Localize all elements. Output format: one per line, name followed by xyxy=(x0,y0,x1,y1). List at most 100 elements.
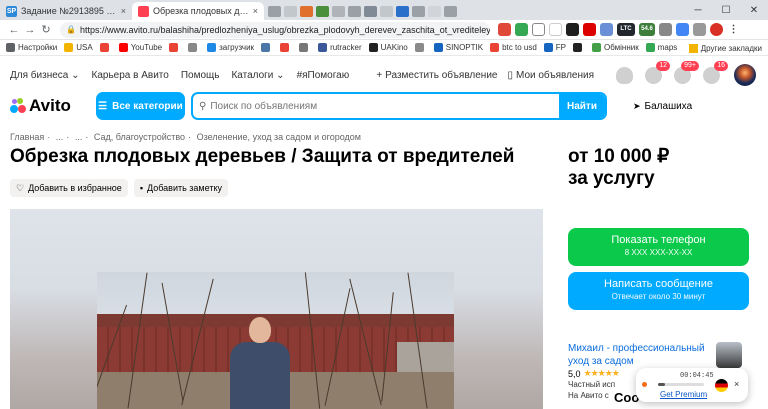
bookmark-item[interactable]: загрузчик xyxy=(207,43,254,52)
cart-icon[interactable]: 16 xyxy=(703,60,728,84)
back-icon[interactable]: ← xyxy=(6,24,22,36)
tab-favicon-icon[interactable] xyxy=(412,5,425,17)
tab-favicon-icon[interactable] xyxy=(364,5,377,17)
page-title: Обрезка плодовых деревьев / Защита от вр… xyxy=(10,146,515,167)
sinoptik-icon xyxy=(433,43,443,52)
tab-favicon-icon[interactable] xyxy=(444,5,457,17)
breadcrumb: Главная · ... · ... · Сад, благоустройство ·… xyxy=(10,132,361,142)
url-input[interactable]: 🔒 https://www.avito.ru/balashiha/predloz… xyxy=(60,21,490,38)
nav-link-business[interactable]: Для бизнеса ⌄ xyxy=(10,70,80,81)
record-dot-icon xyxy=(642,382,647,387)
avito-logo[interactable]: Avito xyxy=(10,96,96,116)
user-avatar[interactable] xyxy=(734,64,756,86)
listing-photo[interactable] xyxy=(97,272,454,409)
breadcrumb-item[interactable]: ... xyxy=(75,132,83,142)
breadcrumb-item[interactable]: ... xyxy=(56,132,64,142)
tab-favicon-icon[interactable] xyxy=(284,5,297,17)
bookmark-item[interactable] xyxy=(99,43,112,52)
tab-favicon-icon[interactable] xyxy=(268,5,281,17)
seller-rating[interactable]: 5,0 ★★★★★ xyxy=(568,368,622,379)
add-note-button[interactable]: ▪ Добавить заметку xyxy=(133,179,228,197)
extension-icon[interactable] xyxy=(566,23,579,36)
tab-favicon-icon[interactable] xyxy=(300,5,313,17)
tab-close-icon[interactable]: × xyxy=(253,6,258,16)
write-message-button[interactable]: Написать сообщение Отвечает около 30 мин… xyxy=(568,272,749,310)
seller-since: На Авито с xyxy=(568,391,609,400)
flag-extension-icon[interactable] xyxy=(583,23,596,36)
photo-gallery[interactable] xyxy=(10,209,543,409)
tab-favicon-icon[interactable] xyxy=(396,5,409,17)
extension-icon[interactable] xyxy=(676,23,689,36)
star-icon[interactable] xyxy=(549,23,562,36)
bookmark-item[interactable]: YouTube xyxy=(118,43,162,52)
bookmark-item[interactable]: btc to usd xyxy=(490,43,537,52)
price-amount: от 10 000 ₽ xyxy=(568,146,670,167)
breadcrumb-item[interactable]: Озеленение, уход за садом и огородом xyxy=(197,132,361,142)
nav-link-help[interactable]: Помощь xyxy=(181,70,220,81)
seller-name-link[interactable]: Михаил - профессиональный уход за садом xyxy=(568,342,708,368)
add-to-favorites-button[interactable]: ♡ Добавить в избранное xyxy=(10,179,128,197)
reload-icon[interactable]: ↻ xyxy=(38,23,54,36)
my-ads-link[interactable]: ▯ Мои объявления xyxy=(507,70,594,81)
breadcrumb-item[interactable]: Сад, благоустройство xyxy=(94,132,185,142)
bookmark-item[interactable]: Обмінник xyxy=(592,43,639,52)
progress-bar[interactable] xyxy=(658,383,704,386)
extension-icon[interactable] xyxy=(515,23,528,36)
all-categories-button[interactable]: ☰ Все категории xyxy=(96,92,185,120)
bookmark-item[interactable]: UAKino xyxy=(368,43,408,52)
browser-tab-active[interactable]: Обрезка плодовых деревьев / За × xyxy=(132,2,264,20)
bookmark-item[interactable]: SINOPTIK xyxy=(433,43,483,52)
bookmark-item[interactable] xyxy=(299,43,311,52)
reply-time: Отвечает около 30 минут xyxy=(611,292,706,301)
bookmark-item[interactable]: FP xyxy=(543,43,566,52)
germany-flag-icon[interactable] xyxy=(715,379,728,392)
bookmark-item[interactable]: maps xyxy=(645,43,677,52)
ltc-extension-icon[interactable]: LTC xyxy=(617,23,635,36)
get-premium-link[interactable]: Get Premium xyxy=(660,390,707,399)
show-phone-button[interactable]: Показать телефон 8 XXX XXX-XX-XX xyxy=(568,228,749,266)
bookmark-item[interactable] xyxy=(280,43,292,52)
search-input[interactable] xyxy=(206,94,559,118)
more-menu-icon[interactable]: ⋮ xyxy=(727,23,740,36)
other-bookmarks[interactable]: Другие закладки xyxy=(688,40,762,55)
heart-icon[interactable] xyxy=(616,66,633,84)
tab-favicon-icon[interactable] xyxy=(380,5,393,17)
price-badge-icon[interactable]: 54.6 xyxy=(639,23,655,36)
search-button[interactable]: Найти xyxy=(559,94,605,118)
notifications-icon[interactable]: 12 xyxy=(645,60,670,84)
close-icon[interactable]: × xyxy=(734,379,739,389)
tab-close-icon[interactable]: × xyxy=(121,6,126,16)
bookmark-item[interactable]: USA xyxy=(64,43,93,52)
extension-icon[interactable] xyxy=(498,23,511,36)
tab-favicon-icon[interactable] xyxy=(348,5,361,17)
messages-icon[interactable]: 99+ xyxy=(674,60,699,84)
location-selector[interactable]: ➤ Балашиха xyxy=(633,101,692,112)
puzzle-icon[interactable] xyxy=(693,23,706,36)
close-window-icon[interactable]: ✕ xyxy=(740,0,768,20)
bookmark-item[interactable] xyxy=(573,43,585,52)
seller-avatar[interactable] xyxy=(716,342,742,368)
share-icon[interactable] xyxy=(532,23,545,36)
lock-icon[interactable]: 🔒 xyxy=(66,25,76,34)
bookmark-item[interactable]: Настройки xyxy=(6,43,57,52)
browser-tab[interactable]: SP Задание №2913895 - просмотр з × xyxy=(0,2,132,20)
extension-icon[interactable] xyxy=(600,23,613,36)
breadcrumb-item[interactable]: Главная xyxy=(10,132,44,142)
tab-favicon-icon[interactable] xyxy=(316,5,329,17)
bookmark-item[interactable] xyxy=(414,43,427,52)
nav-link-career[interactable]: Карьера в Авито xyxy=(92,70,169,81)
nav-link-ihelp[interactable]: #яПомогаю xyxy=(297,70,350,81)
profile-icon[interactable] xyxy=(710,23,723,36)
tab-favicon-icon[interactable] xyxy=(332,5,345,17)
bookmark-item[interactable] xyxy=(261,43,273,52)
maximize-icon[interactable]: ☐ xyxy=(712,0,740,20)
tab-favicon-icon[interactable] xyxy=(428,5,441,17)
extension-icon[interactable] xyxy=(659,23,672,36)
bookmark-item[interactable] xyxy=(188,43,200,52)
forward-icon[interactable]: → xyxy=(22,24,38,36)
nav-link-catalogs[interactable]: Каталоги ⌄ xyxy=(231,70,284,81)
minimize-icon[interactable]: ─ xyxy=(684,0,712,20)
post-ad-link[interactable]: + Разместить объявление xyxy=(376,70,497,81)
bookmark-item[interactable] xyxy=(169,43,181,52)
bookmark-item[interactable]: rutracker xyxy=(318,43,362,52)
